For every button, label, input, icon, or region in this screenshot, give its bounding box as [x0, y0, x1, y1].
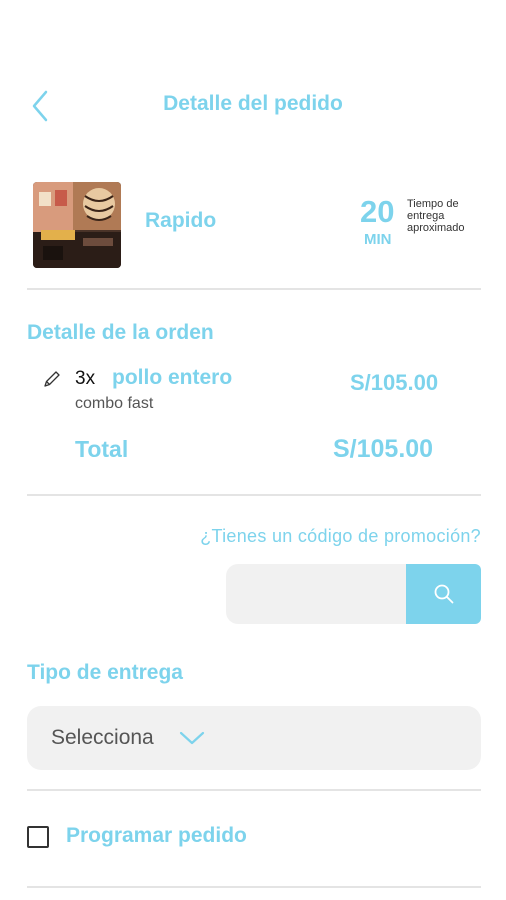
eta-value: 20 — [360, 194, 395, 229]
delivery-section-title: Tipo de entrega — [27, 661, 183, 684]
page-title: Detalle del pedido — [0, 92, 506, 116]
order-section-title: Detalle de la orden — [27, 321, 214, 344]
divider — [27, 288, 481, 290]
item-description: combo fast — [75, 395, 154, 412]
schedule-label[interactable]: Programar pedido — [66, 824, 247, 848]
promo-code-input[interactable] — [226, 564, 406, 624]
edit-item-button[interactable] — [42, 369, 62, 389]
delivery-type-value: Selecciona — [51, 726, 154, 749]
item-name: pollo entero — [112, 366, 233, 389]
promo-code-question: ¿Tienes un código de promoción? — [200, 526, 481, 546]
restaurant-name: Rapido — [145, 209, 217, 232]
pencil-icon — [44, 371, 60, 387]
delivery-type-select[interactable]: Selecciona — [27, 706, 481, 770]
item-price: S/105.00 — [350, 370, 439, 395]
page-title-text: Detalle del pedido — [163, 92, 343, 115]
search-icon — [434, 584, 453, 604]
divider — [27, 789, 481, 791]
total-label: Total — [75, 436, 129, 462]
eta-unit: MIN — [364, 231, 392, 248]
divider — [27, 886, 481, 888]
eta-label: Tiempo de entrega aproximado — [407, 198, 465, 234]
promo-search-button[interactable] — [406, 564, 481, 624]
restaurant-image — [33, 182, 121, 268]
schedule-checkbox[interactable] — [27, 826, 49, 848]
chevron-down-icon — [179, 731, 205, 745]
item-quantity: 3x — [75, 368, 96, 389]
total-value: S/105.00 — [333, 435, 434, 463]
divider — [27, 494, 481, 496]
